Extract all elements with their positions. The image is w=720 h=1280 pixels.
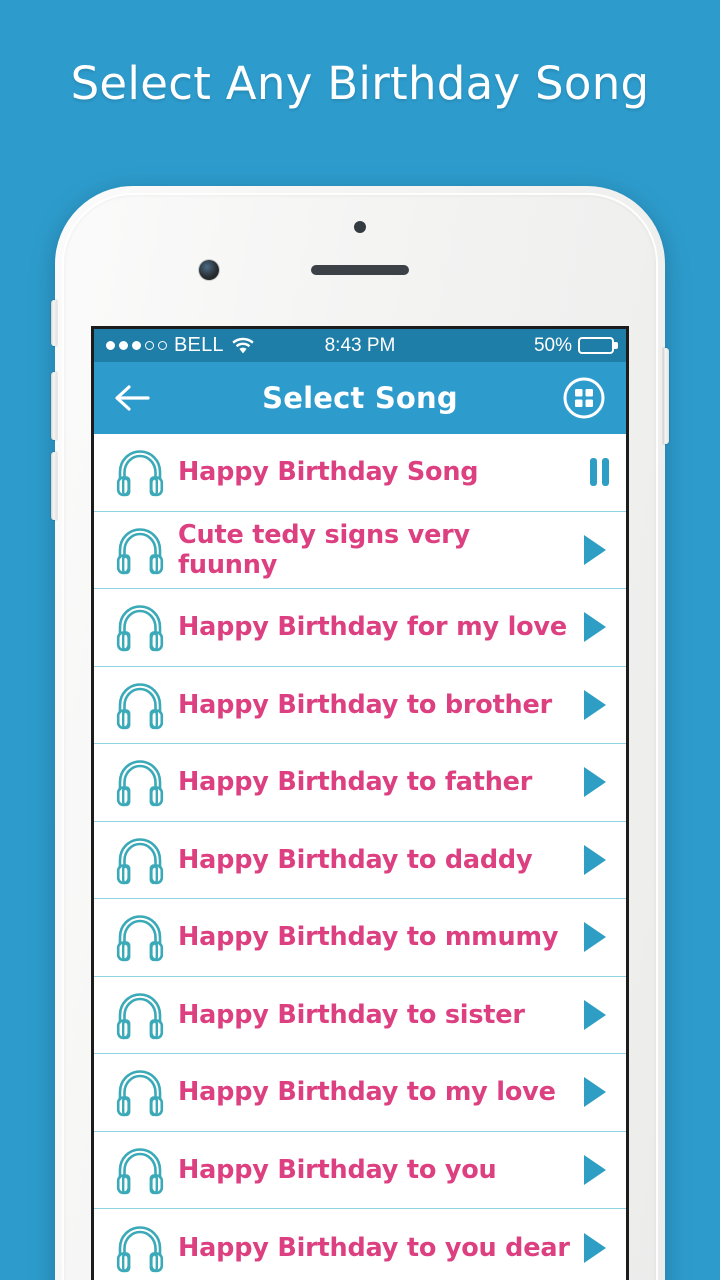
song-title-label: Happy Birthday to my love [178, 1077, 556, 1108]
song-title-label: Happy Birthday to brother [178, 689, 552, 720]
song-row[interactable]: Happy Birthday to daddy [94, 821, 626, 899]
headphones-icon [112, 679, 174, 731]
play-icon[interactable] [571, 765, 609, 799]
song-row[interactable]: Happy Birthday to father [94, 744, 626, 822]
play-icon[interactable] [571, 843, 609, 877]
phone-screen: BELL 8:43 PM 50% Select Song Happy Birth… [91, 326, 629, 1280]
nav-title: Select Song [262, 381, 458, 415]
play-icon[interactable] [571, 533, 609, 567]
grid-menu-icon[interactable] [562, 376, 606, 420]
volume-down-button[interactable] [51, 452, 57, 520]
song-title-label: Happy Birthday to daddy [178, 844, 533, 875]
battery-percent-label: 50% [533, 334, 572, 356]
battery-icon [578, 337, 618, 354]
play-icon[interactable] [571, 1231, 609, 1265]
song-title-label: Happy Birthday Song [178, 457, 479, 488]
play-icon[interactable] [571, 610, 609, 644]
headphones-icon [112, 834, 174, 886]
song-row[interactable]: Cute tedy signs very fuunny [94, 511, 626, 589]
status-bar-right: 50% [533, 334, 618, 357]
power-button[interactable] [663, 348, 669, 444]
song-list[interactable]: Happy Birthday Song Cute tedy signs very … [94, 434, 626, 1280]
proximity-sensor-icon [354, 221, 366, 233]
song-row[interactable]: Happy Birthday to mmumy [94, 899, 626, 977]
front-camera-icon [199, 260, 219, 280]
song-row[interactable]: Happy Birthday to you dear [94, 1209, 626, 1280]
song-title-label: Happy Birthday to mmumy [178, 922, 559, 953]
navigation-bar: Select Song [94, 362, 626, 434]
song-row[interactable]: Happy Birthday to you [94, 1131, 626, 1209]
play-icon[interactable] [571, 998, 609, 1032]
song-title-label: Happy Birthday to you [178, 1154, 497, 1185]
play-icon[interactable] [571, 1153, 609, 1187]
song-title-label: Happy Birthday for my love [178, 612, 567, 643]
page-title: Select Any Birthday Song [70, 57, 650, 110]
play-icon[interactable] [571, 1075, 609, 1109]
silent-switch[interactable] [51, 300, 57, 346]
song-row[interactable]: Happy Birthday Song [94, 434, 626, 512]
headphones-icon [112, 446, 174, 498]
headphones-icon [112, 524, 174, 576]
play-icon[interactable] [571, 688, 609, 722]
play-icon[interactable] [571, 920, 609, 954]
pause-icon[interactable] [571, 458, 609, 487]
song-title-label: Happy Birthday to you dear [178, 1232, 570, 1263]
headphones-icon [112, 756, 174, 808]
song-title-label: Happy Birthday to father [178, 767, 533, 798]
headphones-icon [112, 1144, 174, 1196]
headphones-icon [112, 911, 174, 963]
song-title-label: Happy Birthday to sister [178, 999, 525, 1030]
headphones-icon [112, 601, 174, 653]
song-title-label: Cute tedy signs very fuunny [178, 519, 470, 580]
headphones-icon [112, 1066, 174, 1118]
song-row[interactable]: Happy Birthday to brother [94, 666, 626, 744]
earpiece-speaker-icon [311, 265, 409, 275]
song-row[interactable]: Happy Birthday to sister [94, 976, 626, 1054]
song-row[interactable]: Happy Birthday to my love [94, 1054, 626, 1132]
status-bar: BELL 8:43 PM 50% [94, 329, 626, 362]
song-row[interactable]: Happy Birthday for my love [94, 589, 626, 667]
headphones-icon [112, 1222, 174, 1274]
phone-device-frame: BELL 8:43 PM 50% Select Song Happy Birth… [51, 186, 669, 1280]
headphones-icon [112, 989, 174, 1041]
volume-up-button[interactable] [51, 372, 57, 440]
